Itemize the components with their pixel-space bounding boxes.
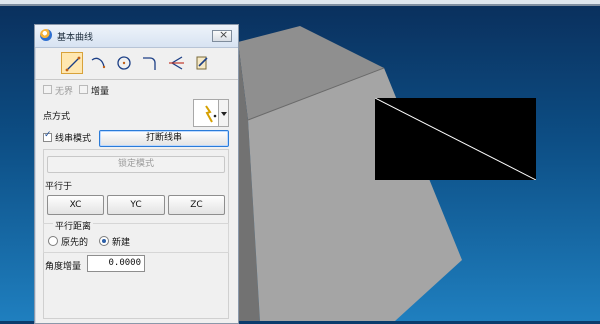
radio-new-label: 新建 (112, 238, 131, 248)
radio-original[interactable] (48, 236, 58, 246)
arc-tool[interactable] (87, 52, 109, 74)
radio-original-label: 原先的 (61, 238, 89, 248)
trim-tool[interactable] (165, 52, 187, 74)
increment-label: 增量 (91, 87, 110, 97)
parallel-to-label: 平行于 (45, 182, 73, 192)
fillet-icon (143, 57, 156, 70)
circle-icon (117, 56, 131, 70)
angle-increment-input[interactable]: 0.0000 (87, 255, 145, 272)
curve-type-toolbar (35, 49, 238, 80)
dialog-titlebar[interactable]: 基本曲线 (35, 25, 238, 48)
basic-curves-dialog: 基本曲线 × 无界 增量 点方式 ✓ 线串模式 打断线串 锁定模式 平行于 XC… (34, 24, 239, 324)
fillet-tool[interactable] (139, 52, 161, 74)
point-method-dropdown-arrow[interactable] (218, 99, 229, 127)
string-mode-label: 线串模式 (55, 134, 92, 144)
break-string-button[interactable]: 打断线串 (99, 130, 229, 147)
xc-button[interactable]: XC (47, 195, 104, 215)
point-method-label: 点方式 (43, 112, 71, 122)
edit-curve-icon (196, 56, 208, 70)
lock-mode-button[interactable]: 锁定模式 (47, 156, 225, 173)
dialog-title: 基本曲线 (57, 33, 94, 43)
diagonal-line-icon (374, 97, 537, 181)
infinite-label: 无界 (55, 87, 74, 97)
increment-checkbox[interactable] (79, 85, 88, 94)
parallel-distance-label: 平行距离 (53, 219, 94, 232)
infinite-checkbox[interactable] (43, 85, 52, 94)
trim-icon (169, 56, 184, 70)
close-button[interactable] (212, 28, 232, 42)
circle-tool[interactable] (113, 52, 135, 74)
edit-curve-tool[interactable] (191, 52, 213, 74)
line-icon (65, 56, 81, 72)
yc-button[interactable]: YC (107, 195, 165, 215)
selection-preview-box (374, 97, 537, 181)
app-icon (40, 29, 52, 41)
string-mode-checkbox[interactable] (43, 130, 52, 142)
zc-button[interactable]: ZC (168, 195, 225, 215)
arc-icon (91, 57, 106, 69)
angle-increment-label: 角度增量 (45, 262, 82, 272)
line-tool[interactable] (61, 52, 83, 74)
radio-new[interactable] (99, 236, 109, 246)
point-method-icon (205, 105, 217, 123)
